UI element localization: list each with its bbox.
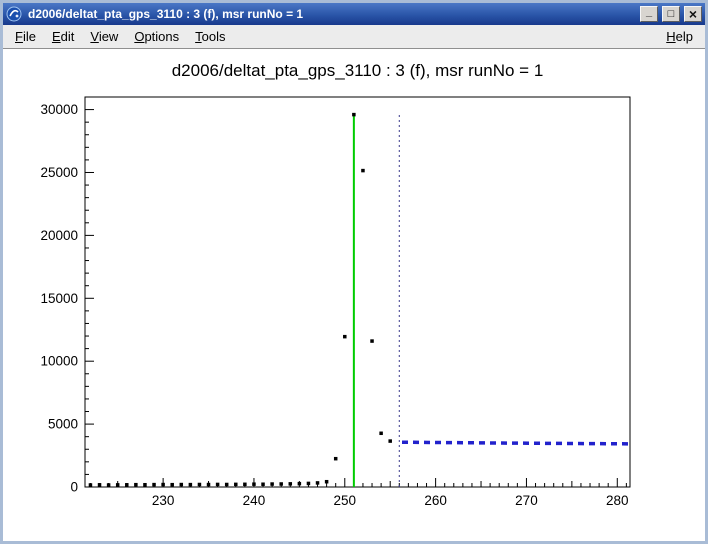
app-icon-graphic [6,6,22,22]
menu-help[interactable]: Help [658,26,701,47]
histogram-data [89,113,392,487]
y-tick-label: 15000 [40,291,78,306]
plot-title: d2006/deltat_pta_gps_3110 : 3 (f), msr r… [172,61,544,80]
minimize-button[interactable]: _ [640,6,658,22]
x-tick-label: 240 [243,493,266,508]
y-tick-label: 30000 [40,102,78,117]
plot-frame [85,97,630,487]
y-tick-label: 25000 [40,165,78,180]
window-title: d2006/deltat_pta_gps_3110 : 3 (f), msr r… [26,7,636,21]
titlebar[interactable]: d2006/deltat_pta_gps_3110 : 3 (f), msr r… [3,3,705,25]
x-tick-label: 230 [152,493,175,508]
menu-file[interactable]: File [7,26,44,47]
menu-options[interactable]: Options [126,26,187,47]
y-tick-label: 20000 [40,228,78,243]
y-tick-label: 10000 [40,354,78,369]
menu-view[interactable]: View [82,26,126,47]
menubar: File Edit View Options Tools Help [3,25,705,49]
menu-tools[interactable]: Tools [187,26,233,47]
app-window: d2006/deltat_pta_gps_3110 : 3 (f), msr r… [0,0,708,544]
x-axis: 230 240 250 260 270 280 [90,478,628,508]
plot-canvas[interactable]: d2006/deltat_pta_gps_3110 : 3 (f), msr r… [3,49,705,541]
maximize-button[interactable]: □ [662,6,680,22]
close-button[interactable]: × [684,6,702,22]
plot-svg: d2006/deltat_pta_gps_3110 : 3 (f), msr r… [3,49,705,541]
x-tick-label: 250 [334,493,357,508]
app-icon[interactable] [6,6,22,22]
y-tick-label: 0 [70,480,78,495]
x-tick-label: 280 [606,493,629,508]
menu-edit[interactable]: Edit [44,26,82,47]
y-axis: 0 5000 10000 15000 20000 25000 30000 [40,97,94,495]
x-tick-label: 260 [424,493,447,508]
theory-line [402,442,630,444]
y-tick-label: 5000 [48,417,78,432]
x-tick-label: 270 [515,493,538,508]
